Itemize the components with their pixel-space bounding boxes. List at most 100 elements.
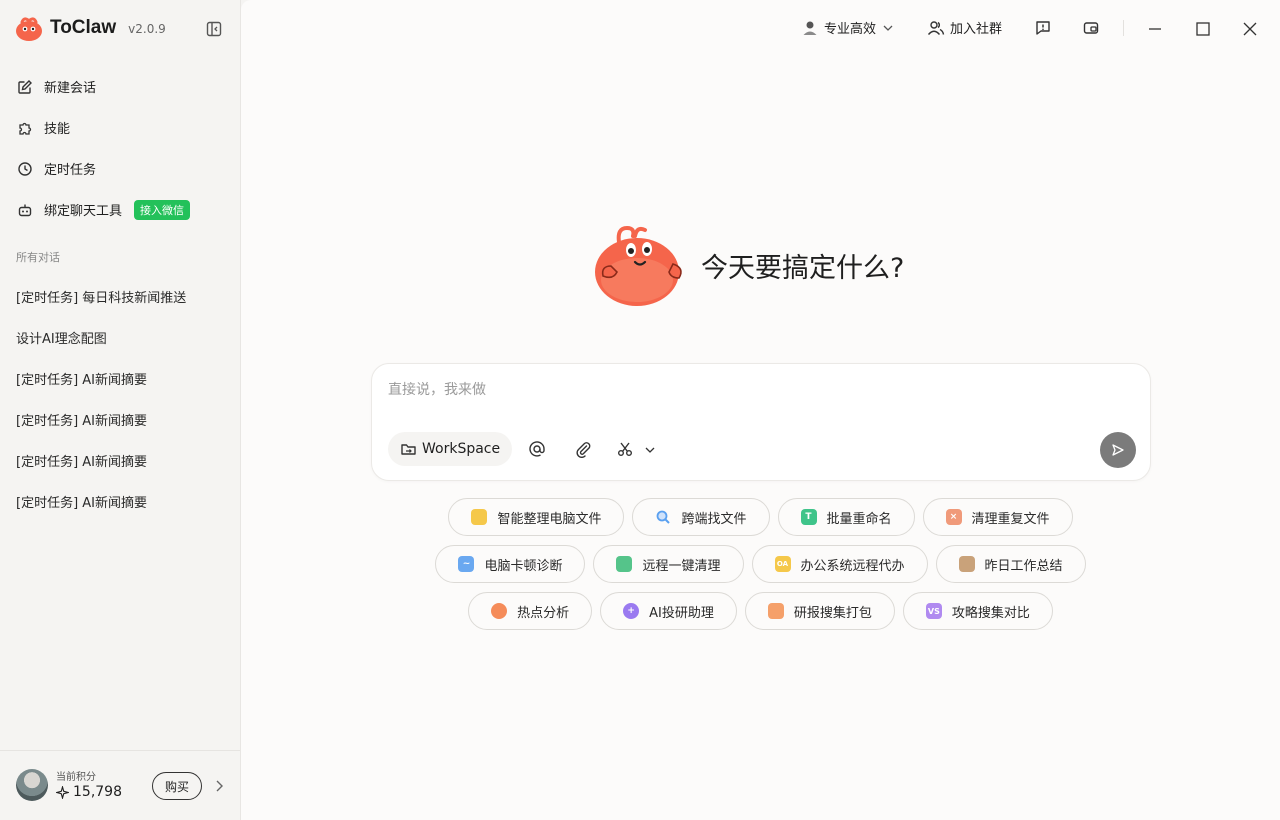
chip-label: 办公系统远程代办 xyxy=(800,558,905,574)
mention-icon[interactable] xyxy=(528,440,546,458)
clock-icon xyxy=(18,161,32,176)
workspace-label: WorkSpace xyxy=(422,441,501,457)
prompt-input[interactable] xyxy=(388,378,1088,402)
suggestion-chip[interactable]: 研报搜集打包 xyxy=(744,592,895,630)
text-rename-icon: T xyxy=(800,509,817,525)
conversation-item[interactable]: [定时任务] AI新闻摘要 xyxy=(0,399,240,440)
join-community-button[interactable]: 加入社群 xyxy=(927,18,1002,37)
conversation-item[interactable]: [定时任务] 每日科技新闻推送 xyxy=(0,276,240,317)
points-value-wrap: 15,798 xyxy=(56,784,122,800)
suggestion-chips: 智能整理电脑文件 跨端找文件 T 批量重命名 × 清理重复文件 ~ 电脑卡顿诊断 xyxy=(241,498,1280,639)
feedback-icon[interactable] xyxy=(1034,19,1052,37)
suggestion-chip[interactable]: OA 办公系统远程代办 xyxy=(751,545,928,583)
sparkle-icon: + xyxy=(623,603,640,619)
chevron-down-icon xyxy=(883,25,893,31)
app-name: ToClaw xyxy=(50,17,117,38)
suggestion-chip[interactable]: 远程一键清理 xyxy=(593,545,744,583)
chip-label: 昨日工作总结 xyxy=(984,558,1063,574)
chip-label: 热点分析 xyxy=(517,605,570,621)
nav-skills-label: 技能 xyxy=(44,122,71,137)
user-profile-icon xyxy=(803,21,817,35)
send-button[interactable] xyxy=(1100,432,1136,468)
nav-new-chat[interactable]: 新建会话 xyxy=(0,66,240,107)
chevron-down-icon[interactable] xyxy=(644,444,656,456)
close-icon[interactable] xyxy=(1241,20,1259,38)
float-window-icon[interactable] xyxy=(1082,19,1100,37)
monitor-pulse-icon: ~ xyxy=(458,556,475,572)
chip-label: 批量重命名 xyxy=(826,511,892,527)
robot-icon xyxy=(18,204,32,216)
nav-skills[interactable]: 技能 xyxy=(0,107,240,148)
suggestion-chip[interactable]: 智能整理电脑文件 xyxy=(448,498,625,536)
remove-duplicate-icon: × xyxy=(945,509,962,525)
sidebar-collapse-icon[interactable] xyxy=(205,20,223,38)
conversation-list: [定时任务] 每日科技新闻推送 设计AI理念配图 [定时任务] AI新闻摘要 [… xyxy=(0,276,240,522)
avatar[interactable] xyxy=(16,769,48,801)
minimize-icon[interactable] xyxy=(1146,20,1164,38)
suggestion-chip[interactable]: × 清理重复文件 xyxy=(922,498,1073,536)
versus-icon: VS xyxy=(925,603,942,619)
puzzle-icon xyxy=(19,122,32,135)
search-icon xyxy=(655,509,671,525)
suggestion-chip[interactable]: 热点分析 xyxy=(468,592,593,630)
mode-selector[interactable]: 专业高效 xyxy=(801,18,894,37)
briefcase-icon xyxy=(958,556,975,572)
mode-label: 专业高效 xyxy=(824,22,877,37)
workspace-button[interactable]: WorkSpace xyxy=(388,432,513,466)
chip-label: 智能整理电脑文件 xyxy=(497,511,602,527)
mascot-icon xyxy=(595,225,682,306)
sparkle-icon xyxy=(56,785,69,799)
flame-icon xyxy=(491,603,508,619)
composer: WorkSpace xyxy=(371,363,1151,481)
nav-bind-chat-tool[interactable]: 绑定聊天工具 接入微信 xyxy=(0,189,240,230)
users-icon xyxy=(927,20,945,35)
join-community-label: 加入社群 xyxy=(950,22,1003,37)
nav-bind-chat-tool-label: 绑定聊天工具 xyxy=(44,204,123,219)
folder-icon xyxy=(471,509,488,525)
maximize-icon[interactable] xyxy=(1194,20,1212,38)
package-icon xyxy=(767,603,784,619)
buy-button[interactable]: 购买 xyxy=(152,772,202,800)
chip-label: 电脑卡顿诊断 xyxy=(484,558,563,574)
points-value: 15,798 xyxy=(73,784,122,800)
hero: 今天要搞定什么? xyxy=(593,222,904,308)
chevron-right-icon[interactable] xyxy=(213,779,225,793)
wechat-badge[interactable]: 接入微信 xyxy=(134,199,191,220)
conversations-section-title: 所有对话 xyxy=(16,251,60,264)
topbar-separator xyxy=(1123,20,1124,36)
scissors-icon[interactable] xyxy=(616,440,634,458)
chip-row: 智能整理电脑文件 跨端找文件 T 批量重命名 × 清理重复文件 xyxy=(241,498,1280,536)
conversation-item[interactable]: [定时任务] AI新闻摘要 xyxy=(0,440,240,481)
chip-label: 攻略搜集对比 xyxy=(951,605,1030,621)
oa-icon: OA xyxy=(774,556,791,572)
folder-swap-icon xyxy=(401,443,416,455)
sidebar-nav: 新建会话 技能 定时任务 绑定聊天工具 接入微信 xyxy=(0,66,240,230)
send-icon xyxy=(1112,444,1124,456)
edit-icon xyxy=(18,79,32,94)
brand: ToClaw v2.0.9 xyxy=(14,12,166,44)
suggestion-chip[interactable]: 昨日工作总结 xyxy=(935,545,1086,583)
conversation-item[interactable]: [定时任务] AI新闻摘要 xyxy=(0,358,240,399)
sidebar: ToClaw v2.0.9 新建会话 技能 定时任务 绑定聊天工具 接入微信 所… xyxy=(0,0,241,820)
nav-new-chat-label: 新建会话 xyxy=(44,81,97,96)
chip-row: ~ 电脑卡顿诊断 远程一键清理 OA 办公系统远程代办 昨日工作总结 xyxy=(241,545,1280,583)
suggestion-chip[interactable]: T 批量重命名 xyxy=(777,498,915,536)
app-version: v2.0.9 xyxy=(128,22,166,36)
nav-scheduled-tasks[interactable]: 定时任务 xyxy=(0,148,240,189)
sidebar-footer: 当前积分 15,798 购买 xyxy=(0,750,240,820)
chip-label: 跨端找文件 xyxy=(681,511,747,527)
main-panel: 专业高效 加入社群 今天要搞定什么? WorkSpace xyxy=(241,0,1280,820)
chip-label: AI投研助理 xyxy=(649,605,714,621)
hero-title: 今天要搞定什么? xyxy=(701,252,905,284)
conversation-item[interactable]: [定时任务] AI新闻摘要 xyxy=(0,481,240,522)
suggestion-chip[interactable]: VS 攻略搜集对比 xyxy=(902,592,1053,630)
conversation-item[interactable]: 设计AI理念配图 xyxy=(0,317,240,358)
suggestion-chip[interactable]: + AI投研助理 xyxy=(600,592,737,630)
attachment-icon[interactable] xyxy=(574,440,592,458)
suggestion-chip[interactable]: 跨端找文件 xyxy=(632,498,770,536)
points-label: 当前积分 xyxy=(56,772,96,783)
chip-row: 热点分析 + AI投研助理 研报搜集打包 VS 攻略搜集对比 xyxy=(241,592,1280,630)
nav-scheduled-tasks-label: 定时任务 xyxy=(44,163,97,178)
broom-icon xyxy=(616,556,633,572)
suggestion-chip[interactable]: ~ 电脑卡顿诊断 xyxy=(435,545,586,583)
